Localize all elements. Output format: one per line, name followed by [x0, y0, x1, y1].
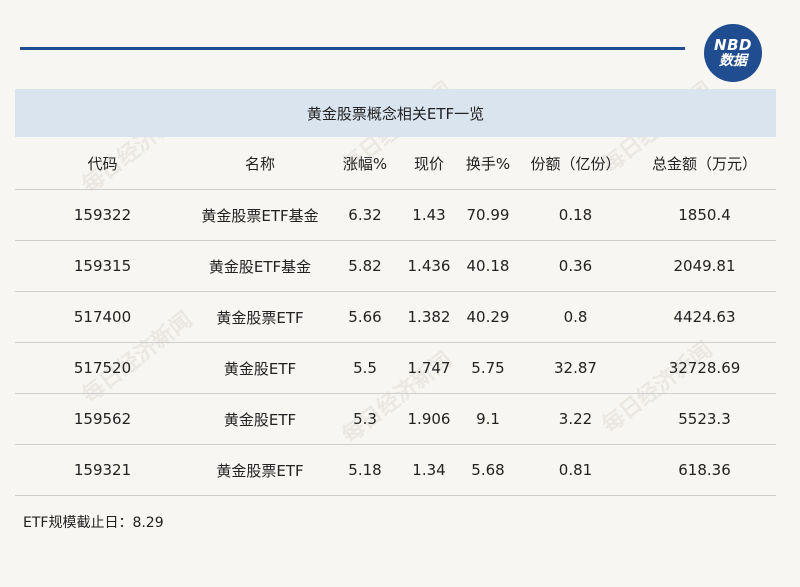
- header-name: 名称: [190, 137, 330, 190]
- cell-price: 1.34: [400, 444, 458, 496]
- header-rule: [20, 47, 685, 50]
- header-price: 现价: [400, 137, 458, 190]
- cell-change-pct: 5.66: [330, 291, 400, 343]
- cell-shares: 0.18: [518, 189, 633, 241]
- header-shares: 份额（亿份）: [518, 137, 633, 190]
- etf-table-container: 黄金股票概念相关ETF一览 代码 名称 涨幅% 现价 换手% 份额（亿份） 总金…: [15, 89, 776, 496]
- cell-change-pct: 5.18: [330, 444, 400, 496]
- cell-shares: 0.81: [518, 444, 633, 496]
- cell-name: 黄金股ETF: [190, 342, 330, 394]
- cell-shares: 0.8: [518, 291, 633, 343]
- table-row: 159322 黄金股票ETF基金 6.32 1.43 70.99 0.18 18…: [15, 189, 776, 241]
- table-row: 159315 黄金股ETF基金 5.82 1.436 40.18 0.36 20…: [15, 240, 776, 292]
- table-row: 159562 黄金股ETF 5.3 1.906 9.1 3.22 5523.3: [15, 393, 776, 445]
- cell-name: 黄金股ETF: [190, 393, 330, 445]
- cell-turnover-pct: 5.75: [458, 342, 518, 394]
- cell-total-amount: 32728.69: [633, 342, 776, 394]
- logo-text-nbd: NBD: [714, 35, 752, 54]
- cell-code: 159321: [15, 444, 190, 496]
- etf-table: 代码 名称 涨幅% 现价 换手% 份额（亿份） 总金额（万元） 159322 黄…: [15, 137, 776, 496]
- cell-total-amount: 5523.3: [633, 393, 776, 445]
- cell-turnover-pct: 40.29: [458, 291, 518, 343]
- cell-shares: 32.87: [518, 342, 633, 394]
- cell-name: 黄金股ETF基金: [190, 240, 330, 292]
- cell-price: 1.436: [400, 240, 458, 292]
- cell-code: 159322: [15, 189, 190, 241]
- table-header-row: 代码 名称 涨幅% 现价 换手% 份额（亿份） 总金额（万元）: [15, 137, 776, 190]
- cell-shares: 0.36: [518, 240, 633, 292]
- table-row: 517520 黄金股ETF 5.5 1.747 5.75 32.87 32728…: [15, 342, 776, 394]
- cell-code: 517520: [15, 342, 190, 394]
- cell-price: 1.906: [400, 393, 458, 445]
- nbd-logo: NBD 数据: [704, 24, 762, 82]
- cell-price: 1.43: [400, 189, 458, 241]
- header-total-amount: 总金额（万元）: [633, 137, 776, 190]
- cell-turnover-pct: 9.1: [458, 393, 518, 445]
- cell-name: 黄金股票ETF: [190, 291, 330, 343]
- table-title: 黄金股票概念相关ETF一览: [15, 89, 776, 137]
- header-turnover-pct: 换手%: [458, 137, 518, 190]
- header-code: 代码: [15, 137, 190, 190]
- cell-code: 517400: [15, 291, 190, 343]
- cell-total-amount: 2049.81: [633, 240, 776, 292]
- cell-code: 159315: [15, 240, 190, 292]
- header-change-pct: 涨幅%: [330, 137, 400, 190]
- cell-total-amount: 618.36: [633, 444, 776, 496]
- cell-turnover-pct: 5.68: [458, 444, 518, 496]
- cell-turnover-pct: 70.99: [458, 189, 518, 241]
- cell-total-amount: 1850.4: [633, 189, 776, 241]
- cell-change-pct: 6.32: [330, 189, 400, 241]
- cell-code: 159562: [15, 393, 190, 445]
- cell-name: 黄金股票ETF基金: [190, 189, 330, 241]
- cell-change-pct: 5.5: [330, 342, 400, 394]
- cell-turnover-pct: 40.18: [458, 240, 518, 292]
- table-row: 517400 黄金股票ETF 5.66 1.382 40.29 0.8 4424…: [15, 291, 776, 343]
- cell-shares: 3.22: [518, 393, 633, 445]
- cell-change-pct: 5.3: [330, 393, 400, 445]
- cell-change-pct: 5.82: [330, 240, 400, 292]
- footnote: ETF规模截止日：8.29: [23, 515, 164, 531]
- logo-text-data: 数据: [719, 52, 747, 69]
- cell-price: 1.382: [400, 291, 458, 343]
- cell-price: 1.747: [400, 342, 458, 394]
- cell-name: 黄金股票ETF: [190, 444, 330, 496]
- table-row: 159321 黄金股票ETF 5.18 1.34 5.68 0.81 618.3…: [15, 444, 776, 496]
- cell-total-amount: 4424.63: [633, 291, 776, 343]
